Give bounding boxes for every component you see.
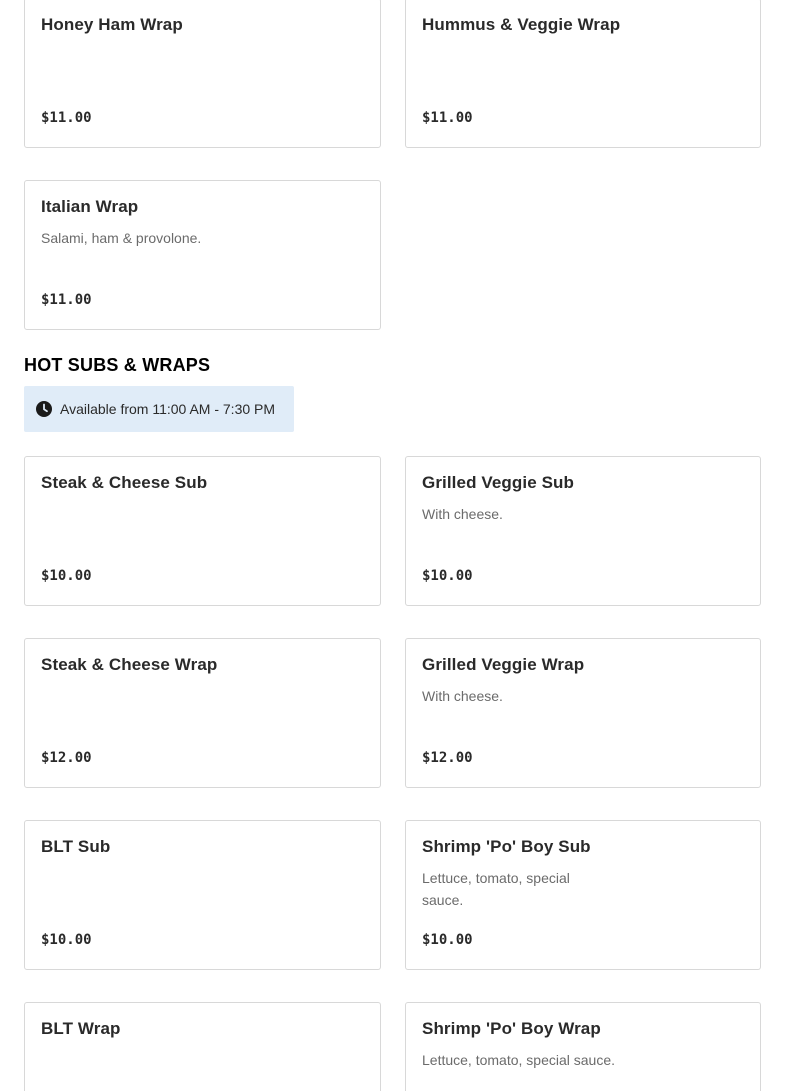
menu-item-card[interactable]: BLT Wrap	[24, 1002, 381, 1091]
menu-item-card[interactable]: Italian Wrap Salami, ham & provolone. $1…	[24, 180, 381, 330]
menu-item-card[interactable]: Steak & Cheese Sub $10.00	[24, 456, 381, 606]
item-name: Shrimp 'Po' Boy Sub	[422, 837, 591, 856]
menu-item-card[interactable]: Shrimp 'Po' Boy Wrap Lettuce, tomato, sp…	[405, 1002, 761, 1091]
item-name: Italian Wrap	[41, 197, 139, 216]
item-name: Grilled Veggie Wrap	[422, 655, 585, 674]
item-price: $12.00	[422, 750, 473, 766]
section-title: HOT SUBS & WRAPS	[24, 355, 211, 375]
item-name: Shrimp 'Po' Boy Wrap	[422, 1019, 601, 1038]
clock-icon	[36, 401, 52, 417]
menu-item-card[interactable]: Honey Ham Wrap $11.00	[24, 0, 381, 148]
item-description: Salami, ham & provolone.	[41, 230, 202, 246]
item-description: Lettuce, tomato, special sauce.	[422, 1052, 615, 1068]
item-price: $11.00	[41, 110, 92, 126]
item-name: BLT Wrap	[41, 1019, 121, 1038]
menu-item-card[interactable]: Grilled Veggie Wrap With cheese. $12.00	[405, 638, 761, 788]
item-name: Honey Ham Wrap	[41, 15, 183, 34]
item-price: $12.00	[41, 750, 92, 766]
item-price: $10.00	[41, 568, 92, 584]
item-price: $11.00	[422, 110, 473, 126]
item-name: BLT Sub	[41, 837, 111, 856]
menu-item-card[interactable]: Steak & Cheese Wrap $12.00	[24, 638, 381, 788]
menu-item-card[interactable]: Grilled Veggie Sub With cheese. $10.00	[405, 456, 761, 606]
menu-item-card[interactable]: BLT Sub $10.00	[24, 820, 381, 970]
item-name: Steak & Cheese Sub	[41, 473, 208, 492]
item-description: With cheese.	[422, 688, 503, 704]
item-name: Grilled Veggie Sub	[422, 473, 575, 492]
item-name: Steak & Cheese Wrap	[41, 655, 218, 674]
item-price: $11.00	[41, 292, 92, 308]
item-description: With cheese.	[422, 506, 503, 522]
item-price: $10.00	[422, 932, 473, 948]
availability-text: Available from 11:00 AM - 7:30 PM	[60, 401, 276, 417]
menu-item-card[interactable]: Hummus & Veggie Wrap $11.00	[405, 0, 761, 148]
availability-banner: Available from 11:00 AM - 7:30 PM	[24, 386, 294, 432]
item-price: $10.00	[41, 932, 92, 948]
item-name: Hummus & Veggie Wrap	[422, 15, 621, 34]
item-description: Lettuce, tomato, special sauce.	[422, 870, 570, 908]
menu-item-card[interactable]: Shrimp 'Po' Boy Sub Lettuce, tomato, spe…	[405, 820, 761, 970]
item-price: $10.00	[422, 568, 473, 584]
